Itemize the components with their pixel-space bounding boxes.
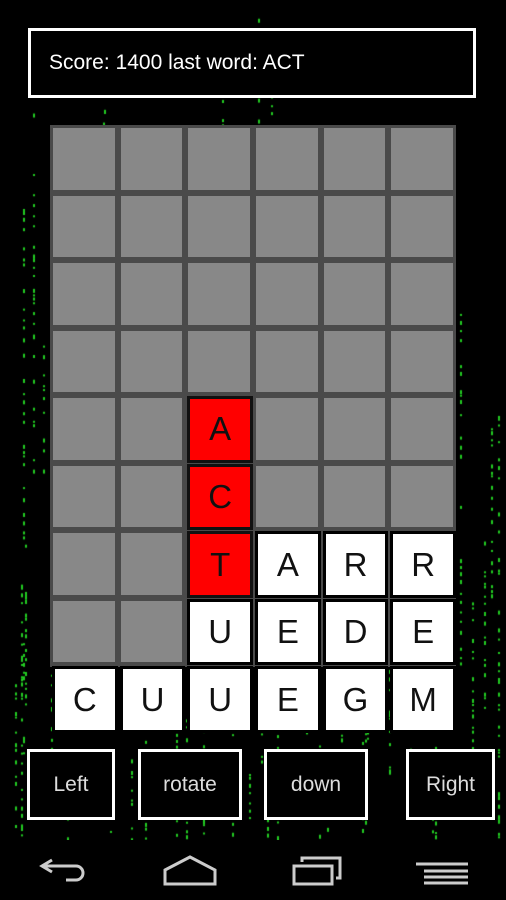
- letter-tile: U: [187, 666, 253, 733]
- empty-cell: [320, 327, 389, 396]
- letter-tile: T: [187, 531, 253, 598]
- empty-cell: [388, 192, 456, 261]
- empty-cell: [253, 260, 321, 328]
- letter-tile: C: [52, 666, 118, 733]
- empty-cell: [50, 395, 118, 463]
- empty-cell: [50, 260, 118, 328]
- right-button[interactable]: Right: [406, 749, 495, 820]
- empty-cell: [117, 462, 186, 531]
- menu-icon[interactable]: [416, 852, 468, 886]
- back-icon[interactable]: [38, 852, 90, 884]
- letter-tile: M: [390, 666, 456, 733]
- empty-cell: [253, 395, 321, 463]
- empty-cell: [185, 192, 253, 261]
- letter-tile: R: [322, 531, 389, 598]
- empty-cell: [117, 530, 186, 598]
- recent-apps-icon[interactable]: [292, 852, 344, 886]
- navigation-bar: [0, 840, 506, 900]
- empty-cell: [388, 395, 456, 463]
- home-icon[interactable]: [162, 852, 218, 886]
- letter-tile: R: [390, 531, 456, 598]
- empty-cell: [320, 192, 389, 261]
- empty-cell: [185, 125, 253, 193]
- letter-tile: U: [187, 598, 253, 666]
- game-board[interactable]: ACTARRUEDECUUEGM: [50, 125, 456, 733]
- letter-tile: A: [255, 531, 321, 598]
- empty-cell: [320, 260, 389, 328]
- empty-cell: [50, 125, 118, 193]
- empty-cell: [117, 597, 186, 666]
- empty-cell: [117, 125, 186, 193]
- empty-cell: [253, 125, 321, 193]
- empty-cell: [320, 462, 389, 531]
- empty-cell: [388, 125, 456, 193]
- empty-cell: [117, 260, 186, 328]
- score-bar: Score: 1400 last word: ACT: [28, 28, 476, 98]
- empty-cell: [320, 125, 389, 193]
- empty-cell: [117, 327, 186, 396]
- empty-cell: [388, 327, 456, 396]
- rotate-button[interactable]: rotate: [138, 749, 242, 820]
- down-button[interactable]: down: [264, 749, 368, 820]
- letter-tile: A: [187, 396, 253, 463]
- empty-cell: [388, 260, 456, 328]
- empty-cell: [117, 192, 186, 261]
- empty-cell: [185, 327, 253, 396]
- empty-cell: [117, 395, 186, 463]
- letter-tile: E: [390, 598, 456, 666]
- letter-tile: G: [322, 666, 389, 733]
- letter-tile: E: [255, 666, 321, 733]
- score-text: Score: 1400 last word: ACT: [49, 51, 305, 74]
- empty-cell: [253, 327, 321, 396]
- empty-cell: [253, 462, 321, 531]
- letter-tile: U: [119, 666, 186, 733]
- empty-cell: [185, 260, 253, 328]
- empty-cell: [320, 395, 389, 463]
- empty-cell: [50, 327, 118, 396]
- empty-cell: [388, 462, 456, 531]
- letter-tile: C: [187, 463, 253, 531]
- letter-tile: E: [255, 598, 321, 666]
- letter-tile: D: [322, 598, 389, 666]
- empty-cell: [50, 192, 118, 261]
- empty-cell: [50, 462, 118, 531]
- empty-cell: [253, 192, 321, 261]
- empty-cell: [50, 597, 118, 666]
- empty-cell: [50, 530, 118, 598]
- left-button[interactable]: Left: [27, 749, 115, 820]
